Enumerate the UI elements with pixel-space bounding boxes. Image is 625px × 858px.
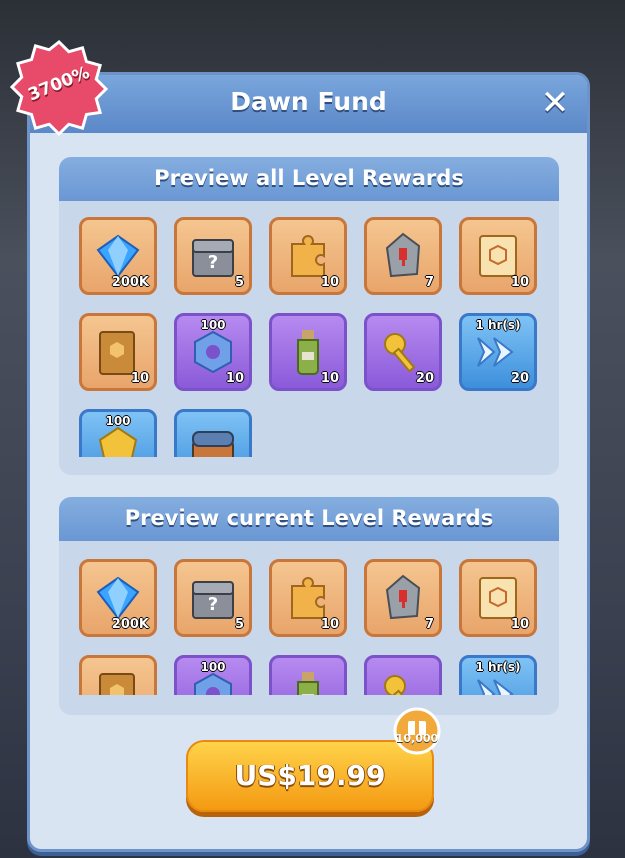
reward-tile[interactable]: ? 5 bbox=[174, 217, 252, 295]
section-header: Preview current Level Rewards bbox=[59, 497, 559, 541]
reward-tile[interactable]: 10 bbox=[79, 313, 157, 391]
tile-top-label: 100 bbox=[105, 414, 131, 428]
tile-quantity: 10 bbox=[320, 275, 339, 290]
tile-quantity: 10 bbox=[320, 371, 339, 386]
tile-quantity: 20 bbox=[510, 371, 529, 386]
tile-quantity: 7 bbox=[424, 617, 434, 632]
svg-text:?: ? bbox=[208, 594, 218, 615]
bonus-amount: 10,000 bbox=[395, 732, 439, 745]
reward-tile[interactable]: 1 hr(s) bbox=[459, 655, 537, 695]
stone-icon bbox=[385, 232, 421, 278]
tile-quantity: 200K bbox=[111, 275, 149, 290]
reward-tile[interactable] bbox=[174, 409, 252, 457]
potion-bottle-icon bbox=[297, 672, 319, 695]
tile-quantity: 7 bbox=[424, 275, 434, 290]
reward-tile[interactable] bbox=[269, 655, 347, 695]
tile-quantity: 10 bbox=[510, 617, 529, 632]
reward-tile[interactable]: 1 hr(s) 20 bbox=[459, 313, 537, 391]
reward-grid: 200K? 5 10 7 10 10 100 10 10 20 1 hr(s) 20 100 bbox=[79, 217, 541, 457]
tile-quantity: 10 bbox=[130, 371, 149, 386]
tile-top-label: 100 bbox=[200, 660, 226, 674]
reward-tile[interactable]: 10 bbox=[459, 217, 537, 295]
reward-tile[interactable]: 10 bbox=[269, 313, 347, 391]
reward-grid: 200K? 5 10 7 10 100 1 hr(s) bbox=[79, 559, 541, 695]
section-title: Preview all Level Rewards bbox=[154, 166, 464, 190]
close-icon[interactable]: ✕ bbox=[537, 85, 573, 121]
tile-top-label: 1 hr(s) bbox=[475, 318, 521, 332]
svg-text:?: ? bbox=[208, 252, 218, 273]
reward-tile[interactable]: 10 bbox=[269, 217, 347, 295]
reward-tile[interactable]: 100 10 bbox=[174, 313, 252, 391]
reward-tile[interactable]: 7 bbox=[364, 217, 442, 295]
panel-title: Dawn Fund bbox=[230, 87, 387, 116]
stone-icon bbox=[385, 574, 421, 620]
tile-quantity: 10 bbox=[510, 275, 529, 290]
treasure-chest-icon bbox=[192, 431, 234, 457]
tile-quantity: 10 bbox=[225, 371, 244, 386]
reward-tile[interactable]: 20 bbox=[364, 313, 442, 391]
current-rewards-section: Preview current Level Rewards 200K? 5 10 7 1… bbox=[59, 497, 559, 715]
reward-tile[interactable]: 7 bbox=[364, 559, 442, 637]
reward-tile[interactable]: 100 bbox=[174, 655, 252, 695]
price-label: US$19.99 bbox=[234, 759, 386, 792]
section-title: Preview current Level Rewards bbox=[124, 506, 494, 530]
reward-tile[interactable]: 100 bbox=[79, 409, 157, 457]
reward-tile[interactable]: 200K bbox=[79, 559, 157, 637]
tile-top-label: 1 hr(s) bbox=[475, 660, 521, 674]
key-icon bbox=[384, 675, 416, 695]
all-rewards-section: Preview all Level Rewards 200K? 5 10 7 10 10 1… bbox=[59, 157, 559, 475]
gift-coin-icon bbox=[393, 707, 441, 755]
reward-tile[interactable] bbox=[364, 655, 442, 695]
tile-quantity: 200K bbox=[111, 617, 149, 632]
tile-quantity: 20 bbox=[415, 371, 434, 386]
reward-tile[interactable]: ? 5 bbox=[174, 559, 252, 637]
mystery-chest-icon: ? bbox=[192, 581, 234, 619]
reward-tile[interactable] bbox=[79, 655, 157, 695]
tile-quantity: 5 bbox=[234, 617, 244, 632]
tile-top-label: 100 bbox=[200, 318, 226, 332]
tile-quantity: 10 bbox=[320, 617, 339, 632]
reward-tile[interactable]: 200K bbox=[79, 217, 157, 295]
title-bar: Dawn Fund ✕ bbox=[30, 75, 587, 133]
tile-quantity: 5 bbox=[234, 275, 244, 290]
section-header: Preview all Level Rewards bbox=[59, 157, 559, 201]
mystery-chest-icon: ? bbox=[192, 239, 234, 277]
reward-tile[interactable]: 10 bbox=[459, 559, 537, 637]
reward-tile[interactable]: 10 bbox=[269, 559, 347, 637]
book-icon bbox=[99, 673, 135, 695]
bonus-percent-badge bbox=[10, 39, 108, 136]
